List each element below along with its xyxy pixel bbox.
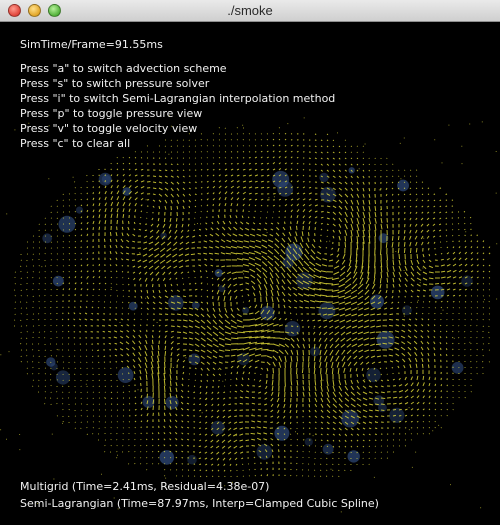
- velocity-vectors: [14, 127, 491, 478]
- pressure-solver-status: Multigrid (Time=2.41ms, Residual=4.38e-0…: [20, 480, 270, 493]
- instruction-velocity-view: Press "v" to toggle velocity view: [20, 122, 198, 135]
- instruction-clear: Press "c" to clear all: [20, 137, 131, 150]
- sim-time-readout: SimTime/Frame=91.55ms: [20, 38, 163, 51]
- window-title: ./smoke: [227, 3, 273, 18]
- instruction-interpolation: Press "i" to switch Semi-Lagrangian inte…: [20, 92, 336, 105]
- instruction-pressure-solver: Press "s" to switch pressure solver: [20, 77, 210, 90]
- advection-status: Semi-Lagrangian (Time=87.97ms, Interp=Cl…: [20, 497, 379, 510]
- title-bar[interactable]: ./smoke: [0, 0, 500, 22]
- instruction-advection: Press "a" to switch advection scheme: [20, 62, 227, 75]
- instruction-pressure-view: Press "p" to toggle pressure view: [20, 107, 203, 120]
- simulation-canvas[interactable]: SimTime/Frame=91.55ms Press "a" to switc…: [0, 22, 500, 525]
- instructions: Press "a" to switch advection scheme Pre…: [20, 61, 335, 151]
- smoke-density: [42, 167, 473, 465]
- app-window: ./smoke SimTime/Frame=91.55ms Press "a" …: [0, 0, 500, 525]
